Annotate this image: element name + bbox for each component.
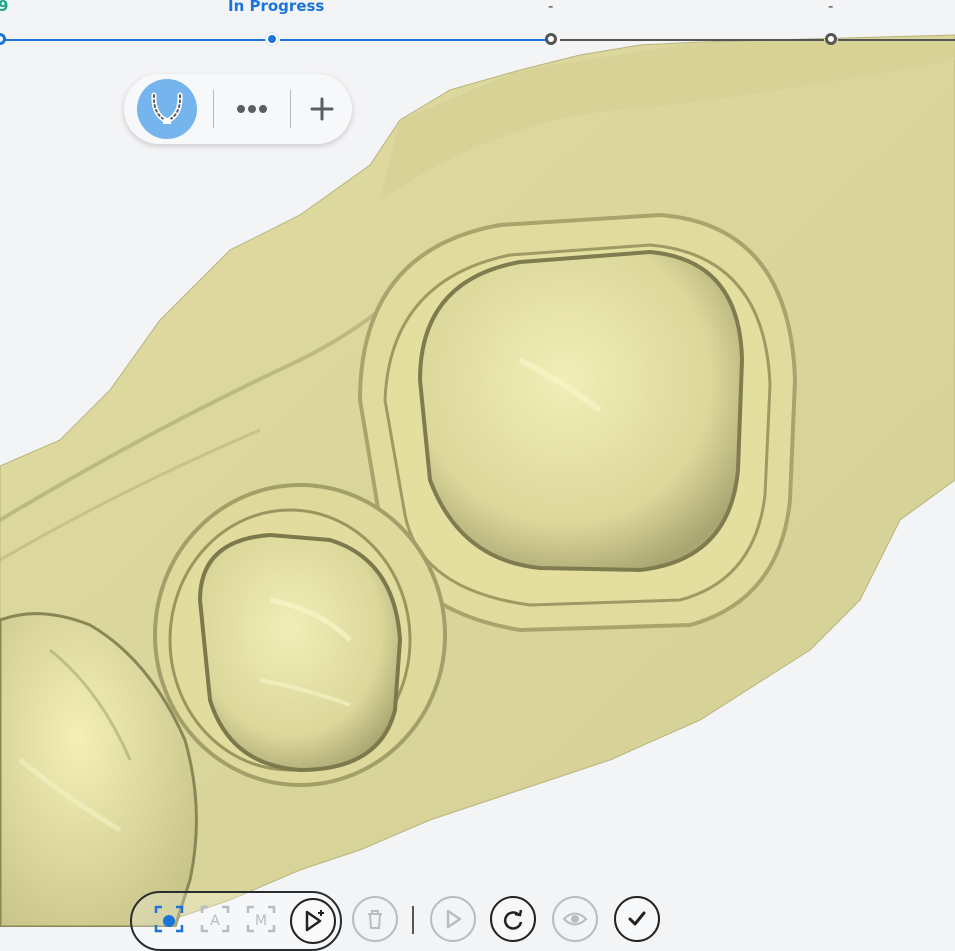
add-button[interactable] [302,89,342,129]
redo-icon [503,909,523,930]
step-connector-4 [838,39,955,41]
play-add-icon [305,910,324,932]
play-icon [446,909,462,929]
jaw-toolbar [124,74,352,144]
step-label-2: In Progress [228,0,325,15]
step-connector-1 [0,39,266,41]
check-icon [628,911,646,926]
step-node-4[interactable] [825,33,837,45]
toolbar-separator [412,906,414,934]
more-options-button[interactable] [232,89,272,129]
scan-target-icon [154,905,184,933]
play-button[interactable] [430,896,476,942]
step-node-2[interactable] [266,33,278,45]
manual-area-button[interactable]: M [246,905,276,933]
step-connector-3 [560,39,824,41]
manual-area-icon: M [246,905,276,933]
more-dots-icon [237,105,267,113]
toolbar-divider [290,90,291,128]
lower-jaw-icon [151,92,183,124]
plus-icon [310,97,334,121]
step-connector-2 [280,39,546,41]
eye-icon [562,912,588,926]
large-prep [417,249,745,573]
trash-icon [368,910,382,929]
confirm-button[interactable] [614,896,660,942]
visibility-button[interactable] [552,896,598,942]
auto-area-icon: A [200,905,230,933]
scan-target-button[interactable] [154,905,184,933]
jaw-select-button[interactable] [137,79,197,139]
small-prep [197,532,403,773]
auto-area-button[interactable]: A [200,905,230,933]
step-label-4: - [828,0,834,15]
redo-button[interactable] [490,896,536,942]
scan-mode-group: A M [130,891,342,951]
toolbar-divider [213,90,214,128]
step-label-3: - [548,0,554,15]
step-label-1: 9 [0,0,9,15]
delete-button[interactable] [352,896,398,942]
step-node-3[interactable] [545,33,557,45]
play-add-button[interactable] [290,898,336,944]
